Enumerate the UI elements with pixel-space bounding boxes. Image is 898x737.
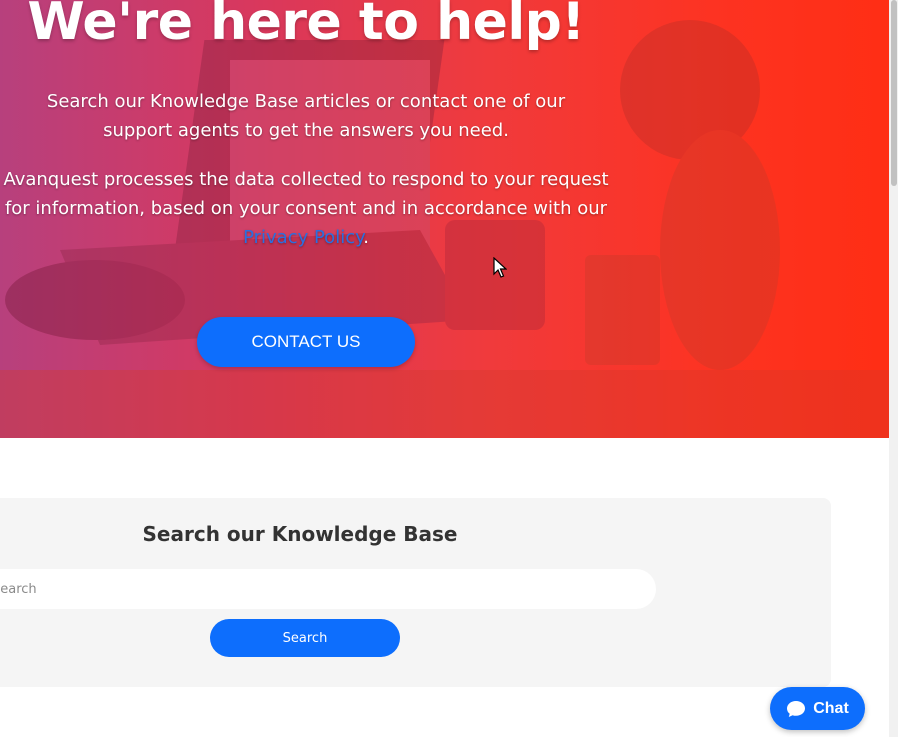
consent-text: Avanquest processes the data collected t…: [3, 169, 609, 219]
chat-label: Chat: [813, 699, 849, 717]
hero-section: We're here to help! Search our Knowledge…: [0, 0, 889, 438]
privacy-policy-link[interactable]: Privacy Policy: [243, 227, 363, 248]
mouse-cursor-icon: [493, 257, 507, 278]
hero-title: We're here to help!: [27, 0, 585, 52]
knowledge-base-search-button[interactable]: Search: [210, 619, 400, 657]
consent-end: .: [363, 227, 369, 248]
knowledge-base-search-card: Search our Knowledge Base Search: [0, 498, 831, 687]
knowledge-base-search-input[interactable]: [0, 569, 656, 609]
chat-bubble-icon: [787, 700, 806, 717]
chat-widget-button[interactable]: Chat: [770, 687, 865, 730]
scrollbar-thumb[interactable]: [891, 0, 897, 186]
hero-content: We're here to help! Search our Knowledge…: [0, 0, 889, 438]
hero-subtitle: Search our Knowledge Base articles or co…: [46, 91, 566, 141]
page-scrollbar[interactable]: [889, 0, 898, 737]
page-viewport: We're here to help! Search our Knowledge…: [0, 0, 898, 737]
contact-us-button[interactable]: CONTACT US: [197, 317, 415, 367]
consent-notice: Avanquest processes the data collected t…: [0, 165, 612, 252]
knowledge-base-title: Search our Knowledge Base: [142, 522, 458, 546]
